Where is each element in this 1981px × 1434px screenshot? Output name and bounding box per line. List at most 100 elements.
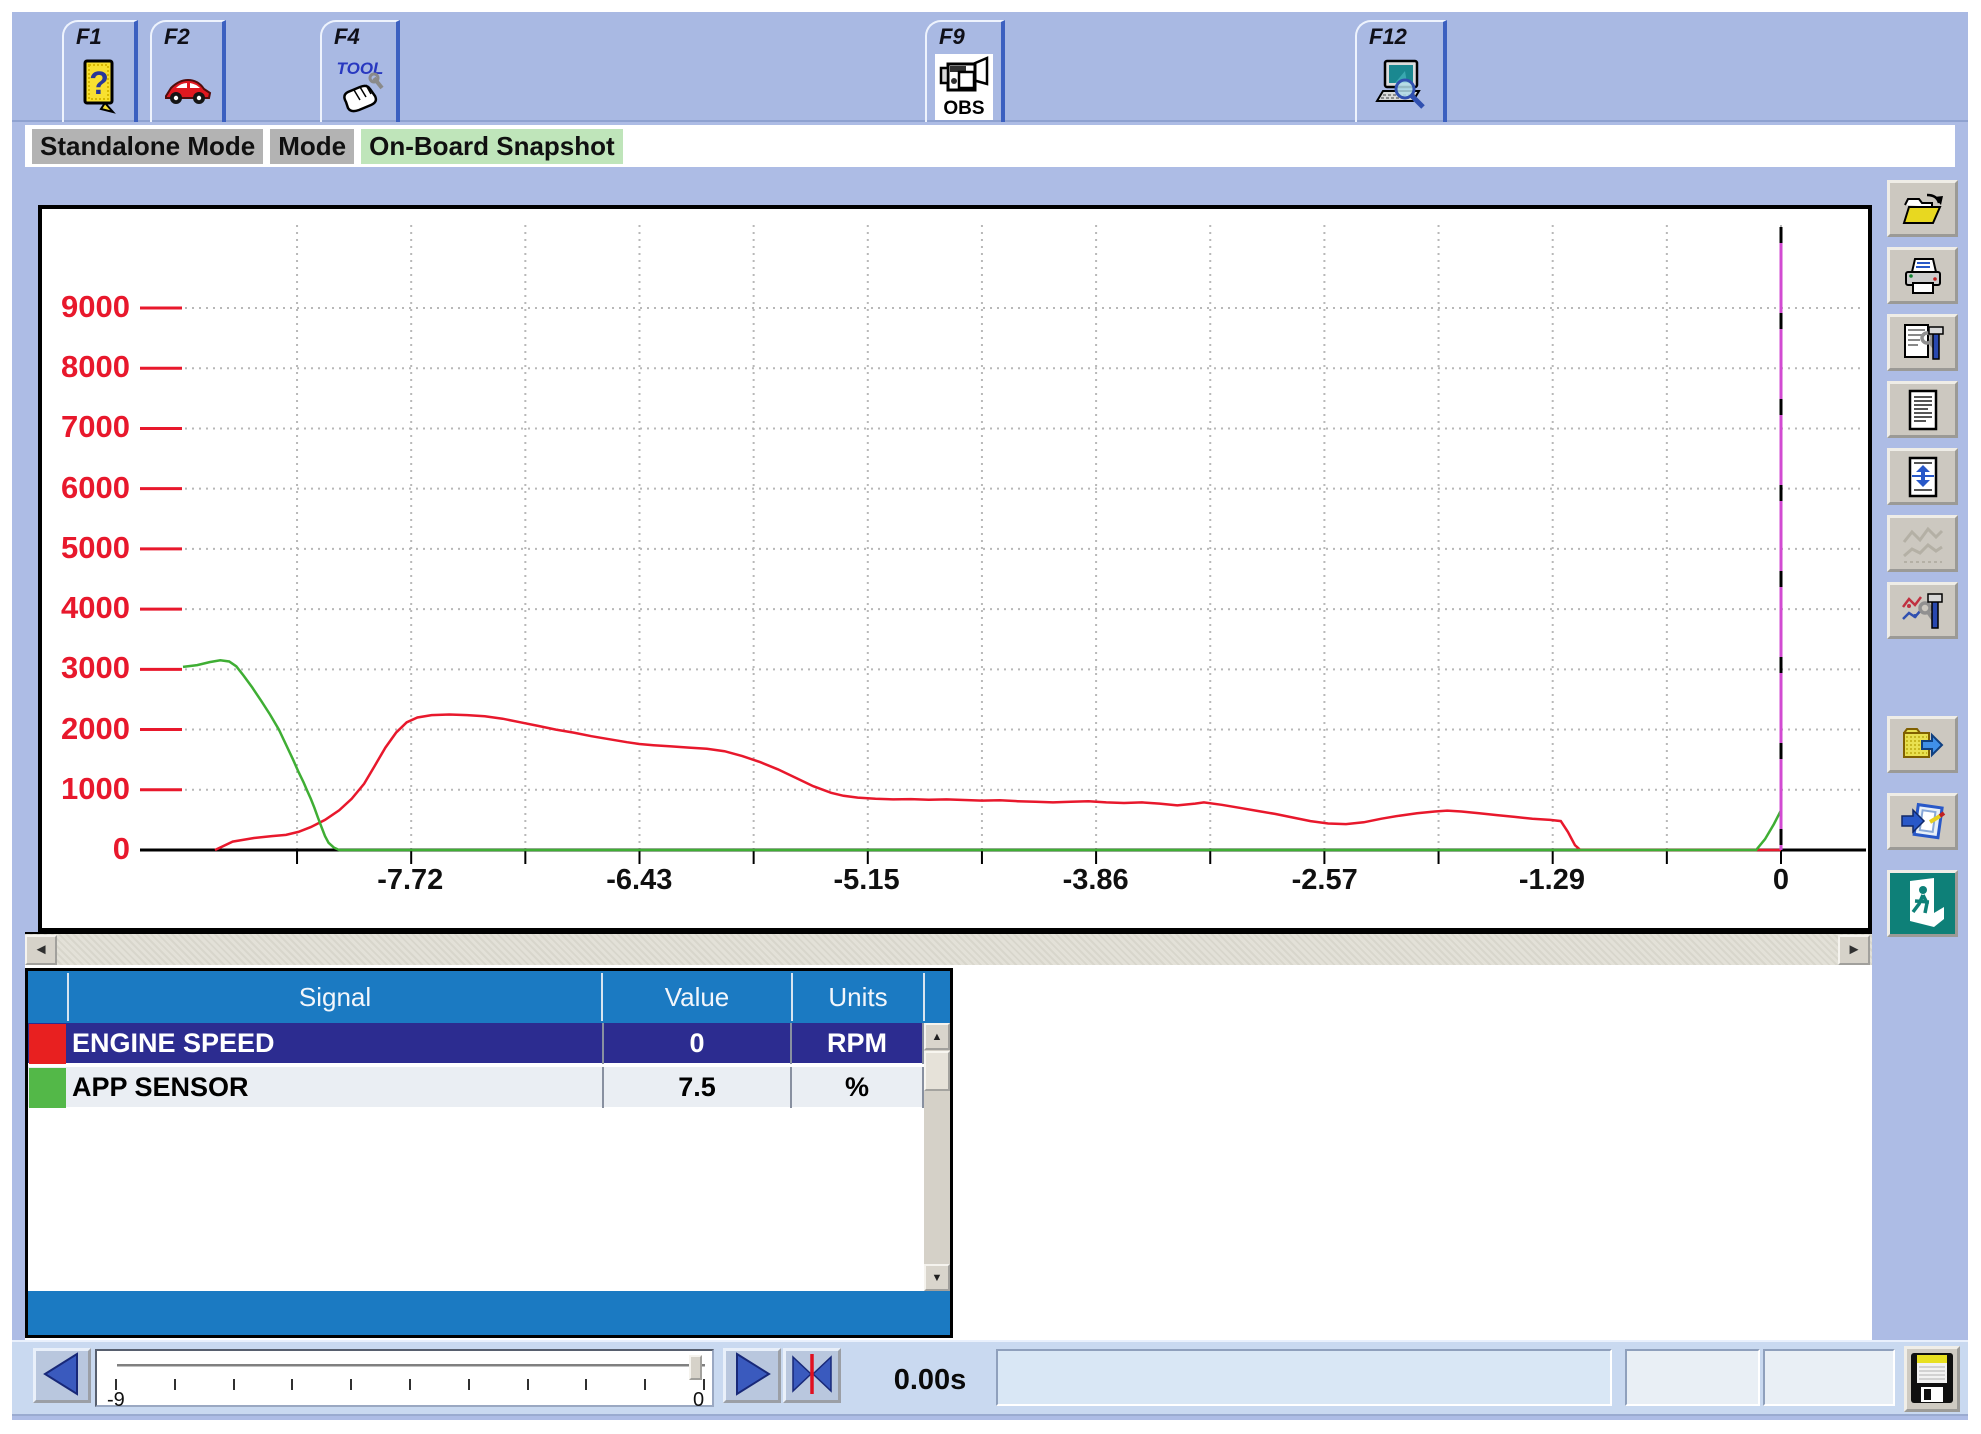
signal-row-engine-speed[interactable]: ENGINE SPEED0RPM	[28, 1023, 950, 1065]
window-import-icon	[1900, 800, 1946, 844]
slider-min-label: -9	[107, 1389, 125, 1412]
graph-horizontal-scrollbar[interactable]: ◄ ►	[25, 932, 1872, 965]
folder-export-icon	[1900, 723, 1946, 767]
slider-track[interactable]	[117, 1364, 705, 1367]
f1-help-button[interactable]: F1 ?	[62, 20, 138, 122]
obs-camera-icon: OBS	[935, 54, 993, 120]
slider-thumb[interactable]	[689, 1355, 702, 1380]
column-header-units: Units	[792, 971, 924, 1023]
signal-table-footer-bar	[28, 1291, 950, 1335]
mode-item-standalone: Standalone Mode	[32, 129, 263, 164]
save-button[interactable]	[1904, 1346, 1960, 1412]
help-book-icon: ?	[70, 54, 128, 120]
go-to-cursor-button[interactable]	[783, 1348, 841, 1403]
open-snapshot-button[interactable]	[1887, 180, 1958, 237]
table-vertical-scrollbar[interactable]: ▲ ▼	[924, 1023, 950, 1291]
x-axis-tick-label: -6.43	[569, 864, 709, 897]
graph-plot[interactable]	[42, 209, 1868, 928]
x-axis-tick-label: -2.57	[1255, 864, 1395, 897]
status-cell-1	[1625, 1349, 1760, 1406]
graph-settings-button[interactable]	[1887, 582, 1958, 639]
graph-view-disabled-button	[1887, 515, 1958, 572]
signal-value: 0	[602, 1023, 792, 1064]
y-axis-tick-label: 7000	[42, 409, 130, 445]
exit-icon	[1900, 877, 1946, 931]
y-axis-tick-label: 5000	[42, 530, 130, 566]
x-axis-tick-label: -7.72	[340, 864, 480, 897]
f2-vehicle-button[interactable]: F2	[150, 20, 226, 122]
f4-tool-button[interactable]: F4 TOOL	[320, 20, 400, 122]
mode-item-onboard-snapshot: On-Board Snapshot	[361, 129, 623, 164]
signal-color-swatch	[29, 1068, 66, 1108]
left-triangle-icon	[37, 1351, 87, 1397]
f9-label: F9	[927, 22, 1001, 50]
slider-tick	[291, 1379, 293, 1390]
y-axis-tick-label: 8000	[42, 349, 130, 385]
document-tools-icon	[1900, 321, 1946, 365]
x-axis-tick-label: -3.86	[1026, 864, 1166, 897]
x-axis-tick-label: -1.29	[1482, 864, 1622, 897]
function-key-toolbar: F1 ? F2	[12, 12, 1968, 122]
x-axis-tick-label: -5.15	[797, 864, 937, 897]
slider-tick	[644, 1379, 646, 1390]
svg-text:?: ?	[89, 65, 109, 101]
scroll-left-arrow-icon[interactable]: ◄	[25, 935, 57, 965]
status-cell-2	[1763, 1349, 1895, 1406]
y-axis-tick-label: 6000	[42, 470, 130, 506]
mode-item-mode: Mode	[270, 129, 354, 164]
scroll-down-arrow-icon[interactable]: ▼	[924, 1264, 950, 1291]
step-back-button[interactable]	[33, 1348, 91, 1403]
application-window: F1 ? F2	[0, 0, 1981, 1434]
f4-label: F4	[322, 22, 396, 50]
column-header-value: Value	[602, 971, 792, 1023]
marker-triangles-icon	[787, 1351, 837, 1397]
y-axis-tick-label: 4000	[42, 590, 130, 626]
signal-units: RPM	[792, 1023, 924, 1064]
graph-disabled-icon	[1900, 522, 1946, 566]
list-layout-button[interactable]	[1887, 448, 1958, 505]
exit-button[interactable]	[1887, 870, 1958, 937]
lower-content-area: Signal Value Units ENGINE SPEED0RPMAPP S…	[25, 965, 1872, 1342]
data-settings-button[interactable]	[1887, 314, 1958, 371]
document-arrows-icon	[1900, 455, 1946, 499]
import-transfer-button[interactable]	[1887, 793, 1958, 850]
open-file-icon	[1900, 187, 1946, 231]
y-axis-tick-label: 9000	[42, 289, 130, 325]
slider-tick	[174, 1379, 176, 1390]
time-display: 0.00s	[860, 1364, 1000, 1397]
svg-text:OBS: OBS	[943, 98, 984, 119]
signal-value: 7.5	[602, 1067, 792, 1108]
f12-system-button[interactable]: F12	[1355, 20, 1447, 122]
data-list-button[interactable]	[1887, 381, 1958, 438]
tool-hand-icon: TOOL	[330, 54, 388, 120]
signal-name: APP SENSOR	[72, 1067, 596, 1108]
f9-obs-snapshot-button[interactable]: F9 OBS	[925, 20, 1005, 122]
y-axis-tick-label: 0	[42, 831, 130, 867]
step-forward-button[interactable]	[723, 1348, 781, 1403]
print-button[interactable]	[1887, 247, 1958, 304]
time-slider[interactable]: -9 0	[95, 1349, 714, 1407]
scrollbar-thumb[interactable]	[924, 1051, 950, 1091]
slider-tick	[468, 1379, 470, 1390]
export-data-button[interactable]	[1887, 716, 1958, 773]
signal-name: ENGINE SPEED	[72, 1023, 596, 1064]
computer-search-icon	[1371, 54, 1429, 120]
signal-row-app-sensor[interactable]: APP SENSOR7.5%	[28, 1067, 950, 1109]
scroll-right-arrow-icon[interactable]: ►	[1838, 935, 1870, 965]
column-header-signal: Signal	[68, 971, 602, 1023]
playback-transport-bar: -9 0 0.00s	[12, 1340, 1968, 1416]
floppy-disk-icon	[1909, 1351, 1955, 1405]
snapshot-graph-panel: 9000800070006000500040003000200010000 -7…	[38, 205, 1872, 932]
y-axis-tick-label: 1000	[42, 771, 130, 807]
printer-icon	[1900, 254, 1946, 298]
y-axis-tick-label: 3000	[42, 650, 130, 686]
car-icon	[158, 54, 216, 120]
slider-tick	[350, 1379, 352, 1390]
f12-label: F12	[1357, 22, 1443, 50]
f1-label: F1	[64, 22, 134, 50]
slider-tick	[527, 1379, 529, 1390]
signal-color-swatch	[29, 1024, 66, 1064]
scroll-up-arrow-icon[interactable]: ▲	[924, 1023, 950, 1050]
signal-units: %	[792, 1067, 924, 1108]
slider-tick	[233, 1379, 235, 1390]
